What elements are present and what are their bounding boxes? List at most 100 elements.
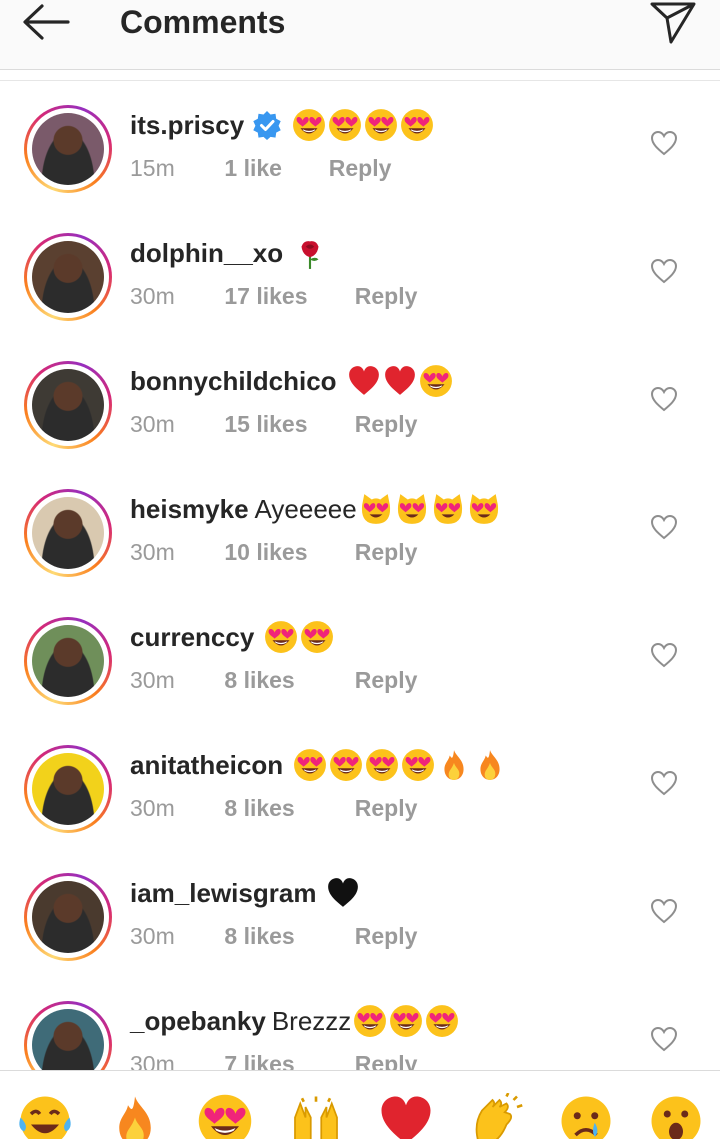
raising-hands-reaction-icon[interactable] — [288, 1093, 344, 1139]
cat-heart-eyes-emoji-icon — [395, 492, 429, 526]
comment-likes[interactable]: 17 likes — [224, 283, 348, 310]
heart-eyes-emoji-icon — [400, 108, 434, 142]
story-ring[interactable] — [24, 233, 112, 321]
cat-heart-eyes-emoji-icon — [359, 492, 393, 526]
comment-time: 30m — [130, 539, 175, 565]
red-heart-emoji-icon — [347, 364, 381, 398]
comment-likes[interactable]: 15 likes — [224, 411, 348, 438]
reply-button[interactable]: Reply — [355, 795, 418, 822]
reply-button[interactable]: Reply — [355, 283, 418, 310]
comment-username[interactable]: _opebanky — [130, 1006, 266, 1037]
heart-eyes-emoji-icon — [300, 620, 334, 654]
quick-reaction-bar — [0, 1070, 720, 1139]
red-heart-reaction-icon[interactable] — [378, 1093, 434, 1139]
clapping-hands-reaction-icon[interactable] — [468, 1093, 524, 1139]
reply-button[interactable]: Reply — [355, 1051, 418, 1070]
heart-eyes-emoji-icon — [353, 1004, 387, 1038]
avatar[interactable] — [32, 881, 104, 953]
reply-button[interactable]: Reply — [355, 411, 418, 438]
like-heart-icon[interactable] — [650, 898, 678, 924]
header: Comments — [0, 0, 720, 70]
comment-time: 15m — [130, 155, 175, 181]
comment-emojis — [291, 236, 327, 270]
like-heart-icon[interactable] — [650, 1026, 678, 1052]
comment-row[interactable]: heismyke Ayeeeee 30m 10 likes Reply — [0, 465, 720, 593]
fire-reaction-icon[interactable] — [107, 1093, 163, 1139]
comment-likes[interactable]: 8 likes — [224, 795, 348, 822]
fire-emoji-icon — [473, 748, 507, 782]
comment-likes[interactable]: 1 like — [224, 155, 322, 182]
comment-row[interactable]: its.priscy 15m 1 like Reply — [0, 81, 720, 209]
cat-heart-eyes-emoji-icon — [431, 492, 465, 526]
comment-time: 30m — [130, 1051, 175, 1070]
like-heart-icon[interactable] — [650, 130, 678, 156]
comment-emojis — [262, 620, 334, 654]
avatar[interactable] — [32, 113, 104, 185]
comment-username[interactable]: heismyke — [130, 494, 249, 525]
story-ring[interactable] — [24, 361, 112, 449]
avatar[interactable] — [32, 241, 104, 313]
crying-face-reaction-icon[interactable] — [558, 1093, 614, 1139]
comment-row[interactable]: currenccy 30m 8 likes Reply — [0, 593, 720, 721]
comment-username[interactable]: anitatheicon — [130, 750, 283, 781]
like-heart-icon[interactable] — [650, 258, 678, 284]
comment-username[interactable]: bonnychildchico — [130, 366, 337, 397]
share-button[interactable] — [648, 0, 698, 44]
hushed-face-reaction-icon[interactable] — [648, 1093, 704, 1139]
comment-username[interactable]: iam_lewisgram — [130, 878, 316, 909]
comment-likes[interactable]: 8 likes — [224, 667, 348, 694]
heart-eyes-emoji-icon — [389, 1004, 423, 1038]
comment-likes[interactable]: 8 likes — [224, 923, 348, 950]
comment-text: Brezzz — [271, 1005, 352, 1036]
comment-row[interactable]: _opebanky Brezzz 30m 7 likes Reply — [0, 977, 720, 1070]
comment-emojis — [357, 492, 501, 526]
comment-list[interactable]: its.priscy 15m 1 like Reply dolphin__xo … — [0, 81, 720, 1070]
comment-username[interactable]: dolphin__xo — [130, 238, 283, 269]
comment-username[interactable]: its.priscy — [130, 110, 244, 141]
like-heart-icon[interactable] — [650, 386, 678, 412]
cat-heart-eyes-emoji-icon — [467, 492, 501, 526]
comment-emojis — [291, 748, 507, 782]
avatar[interactable] — [32, 625, 104, 697]
heart-eyes-emoji-icon — [292, 108, 326, 142]
comment-time: 30m — [130, 411, 175, 437]
comment-username[interactable]: currenccy — [130, 622, 254, 653]
story-ring[interactable] — [24, 873, 112, 961]
comment-emojis — [324, 876, 360, 910]
comment-time: 30m — [130, 667, 175, 693]
heart-eyes-emoji-icon — [328, 108, 362, 142]
like-heart-icon[interactable] — [650, 514, 678, 540]
heart-eyes-emoji-icon — [365, 748, 399, 782]
reply-button[interactable]: Reply — [355, 923, 418, 950]
back-button[interactable] — [20, 0, 76, 44]
story-ring[interactable] — [24, 1001, 112, 1070]
comment-likes[interactable]: 7 likes — [224, 1051, 348, 1070]
comment-emojis — [290, 108, 434, 142]
comment-likes[interactable]: 10 likes — [224, 539, 348, 566]
heart-eyes-reaction-icon[interactable] — [197, 1093, 253, 1139]
story-ring[interactable] — [24, 105, 112, 193]
comment-row[interactable]: dolphin__xo 30m 17 likes Reply — [0, 209, 720, 337]
comment-time: 30m — [130, 923, 175, 949]
story-ring[interactable] — [24, 617, 112, 705]
comment-time: 30m — [130, 283, 175, 309]
story-ring[interactable] — [24, 745, 112, 833]
comment-row[interactable]: anitatheicon 30m 8 likes Reply — [0, 721, 720, 849]
avatar[interactable] — [32, 753, 104, 825]
heart-eyes-emoji-icon — [364, 108, 398, 142]
avatar[interactable] — [32, 369, 104, 441]
like-heart-icon[interactable] — [650, 642, 678, 668]
red-heart-emoji-icon — [383, 364, 417, 398]
tears-of-joy-reaction-icon[interactable] — [17, 1093, 73, 1139]
reply-button[interactable]: Reply — [355, 539, 418, 566]
reply-button[interactable]: Reply — [329, 155, 392, 182]
avatar[interactable] — [32, 497, 104, 569]
rose-emoji-icon — [293, 236, 327, 270]
back-arrow-icon — [23, 4, 70, 40]
like-heart-icon[interactable] — [650, 770, 678, 796]
heart-eyes-emoji-icon — [264, 620, 298, 654]
story-ring[interactable] — [24, 489, 112, 577]
comment-row[interactable]: iam_lewisgram 30m 8 likes Reply — [0, 849, 720, 977]
reply-button[interactable]: Reply — [355, 667, 418, 694]
comment-row[interactable]: bonnychildchico 30m 15 likes Reply — [0, 337, 720, 465]
